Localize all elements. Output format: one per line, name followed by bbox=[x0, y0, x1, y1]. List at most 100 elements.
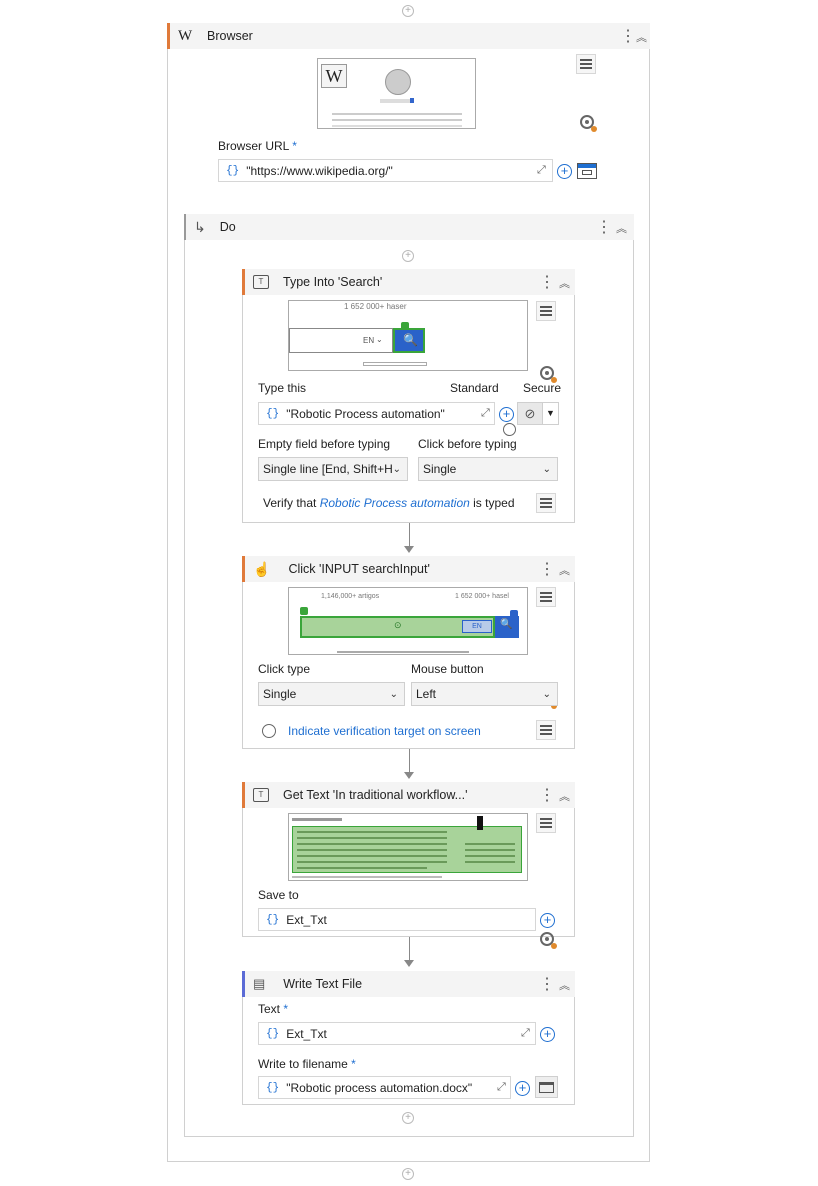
type-into-title: Type Into 'Search' bbox=[283, 275, 383, 289]
expand-icon[interactable]: ⤢ bbox=[497, 1081, 506, 1094]
text-field[interactable]: {} Ext_Txt ⤢ bbox=[258, 1022, 536, 1045]
filename-field[interactable]: {} "Robotic process automation.docx" ⤢ bbox=[258, 1076, 511, 1099]
add-variable-icon[interactable]: + bbox=[515, 1081, 530, 1096]
click-type-label: Click type bbox=[258, 662, 311, 676]
add-variable-icon[interactable]: + bbox=[540, 1027, 555, 1042]
more-options-icon[interactable]: ⋮ bbox=[539, 785, 555, 805]
more-options-icon[interactable]: ⋮ bbox=[539, 974, 555, 994]
save-to-label: Save to bbox=[258, 888, 299, 902]
mouse-button-select[interactable]: Left ⌄ bbox=[411, 682, 558, 706]
sequence-arrow-icon: ↳ bbox=[194, 218, 206, 235]
flow-connector bbox=[409, 523, 410, 547]
verify-text: Verify that Robotic Process automation i… bbox=[263, 496, 515, 510]
collapse-icon[interactable]: ︽ bbox=[616, 220, 627, 236]
collapse-icon[interactable]: ︽ bbox=[559, 562, 570, 578]
add-activity-icon[interactable]: + bbox=[402, 1112, 414, 1124]
add-variable-icon[interactable]: + bbox=[557, 164, 572, 179]
collapse-icon[interactable]: ︽ bbox=[559, 788, 570, 804]
hamburger-menu-icon[interactable] bbox=[536, 720, 556, 740]
browser-url-field[interactable]: {} "https://www.wikipedia.org/" ⤢ bbox=[218, 159, 553, 182]
filename-label: Write to filename * bbox=[258, 1057, 356, 1071]
click-screenshot-thumbnail: 1,146,000+ artigos 1 652 000+ hasel ⊙ EN… bbox=[288, 587, 528, 655]
add-activity-icon[interactable]: + bbox=[402, 5, 414, 17]
dropdown-arrow-icon[interactable]: ▼ bbox=[542, 403, 558, 424]
click-title: Click 'INPUT searchInput' bbox=[288, 562, 430, 576]
hamburger-menu-icon[interactable] bbox=[536, 587, 556, 607]
browser-title: Browser bbox=[207, 29, 253, 43]
indicate-verification-link[interactable]: Indicate verification target on screen bbox=[288, 724, 481, 738]
more-options-icon[interactable]: ⋮ bbox=[596, 217, 612, 237]
target-icon[interactable] bbox=[540, 932, 557, 949]
type-into-icon: T bbox=[253, 275, 269, 289]
flow-connector bbox=[409, 749, 410, 773]
save-to-field[interactable]: {} Ext_Txt bbox=[258, 908, 536, 931]
hamburger-menu-icon[interactable] bbox=[536, 493, 556, 513]
click-type-select[interactable]: Single ⌄ bbox=[258, 682, 405, 706]
chevron-down-icon: ⌄ bbox=[542, 688, 551, 700]
flow-arrow-icon bbox=[404, 772, 414, 779]
browser-window-icon[interactable] bbox=[577, 163, 597, 179]
expand-icon[interactable]: ⤢ bbox=[537, 164, 546, 177]
click-before-select[interactable]: Single ⌄ bbox=[418, 457, 558, 481]
expression-icon: {} bbox=[226, 164, 240, 177]
save-to-value: Ext_Txt bbox=[286, 912, 327, 927]
type-this-value: "Robotic Process automation" bbox=[286, 406, 445, 421]
wikipedia-logo-icon: W bbox=[321, 64, 347, 88]
wikipedia-logo-icon: W bbox=[178, 27, 193, 44]
empty-field-label: Empty field before typing bbox=[258, 437, 391, 451]
target-icon[interactable] bbox=[580, 115, 597, 132]
do-header: ↳ Do ⋮ ︽ bbox=[184, 214, 634, 240]
more-options-icon[interactable]: ⋮ bbox=[539, 559, 555, 579]
chevron-down-icon: ⌄ bbox=[542, 463, 551, 475]
verification-target-icon[interactable] bbox=[262, 724, 276, 738]
search-box-preview bbox=[380, 99, 414, 103]
type-this-field[interactable]: {} "Robotic Process automation" ⤢ bbox=[258, 402, 495, 425]
expand-icon[interactable]: ⤢ bbox=[481, 407, 490, 420]
click-header: ☝ Click 'INPUT searchInput' ⋮ ︽ bbox=[242, 556, 575, 582]
hamburger-menu-icon[interactable] bbox=[576, 54, 596, 74]
collapse-icon[interactable]: ︽ bbox=[559, 275, 570, 291]
secure-radio[interactable] bbox=[503, 423, 516, 436]
type-into-header: T Type Into 'Search' ⋮ ︽ bbox=[242, 269, 575, 295]
more-options-icon[interactable]: ⋮ bbox=[620, 26, 636, 46]
click-before-label: Click before typing bbox=[418, 437, 517, 451]
text-label: Text * bbox=[258, 1002, 289, 1016]
collapse-icon[interactable]: ︽ bbox=[636, 29, 647, 45]
folder-browse-icon[interactable] bbox=[535, 1076, 558, 1098]
hide-text-toggle[interactable]: ⊘ ▼ bbox=[517, 402, 559, 425]
expression-icon: {} bbox=[266, 1081, 280, 1094]
flow-arrow-icon bbox=[404, 960, 414, 967]
hamburger-menu-icon[interactable] bbox=[536, 301, 556, 321]
hamburger-menu-icon[interactable] bbox=[536, 813, 556, 833]
add-variable-icon[interactable]: + bbox=[540, 913, 555, 928]
search-input-highlight: ⊙ EN bbox=[300, 616, 495, 638]
target-icon[interactable] bbox=[540, 366, 557, 383]
write-text-file-title: Write Text File bbox=[283, 977, 363, 991]
browser-url-value: "https://www.wikipedia.org/" bbox=[246, 163, 393, 178]
chevron-down-icon: ⌄ bbox=[392, 463, 401, 475]
write-text-file-header: ▤ Write Text File ⋮ ︽ bbox=[242, 971, 575, 997]
browser-header: W Browser ⋮ ︽ bbox=[167, 23, 650, 49]
browser-screenshot-thumbnail: W bbox=[317, 58, 476, 129]
preview-count-text: 1 652 000+ haser bbox=[344, 302, 407, 311]
eye-hidden-icon: ⊘ bbox=[524, 405, 536, 421]
empty-field-select[interactable]: Single line [End, Shift+H ⌄ bbox=[258, 457, 408, 481]
get-text-title: Get Text 'In traditional workflow...' bbox=[283, 788, 468, 802]
secure-label: Secure bbox=[523, 381, 562, 395]
standard-label: Standard bbox=[450, 381, 499, 395]
more-options-icon[interactable]: ⋮ bbox=[539, 272, 555, 292]
get-text-icon: T bbox=[253, 788, 269, 802]
text-value: Ext_Txt bbox=[286, 1026, 327, 1041]
expand-icon[interactable]: ⤢ bbox=[521, 1027, 530, 1040]
add-activity-icon[interactable]: + bbox=[402, 250, 414, 262]
type-this-label: Type this bbox=[258, 381, 307, 395]
verify-value-link[interactable]: Robotic Process automation bbox=[320, 496, 470, 510]
flow-arrow-icon bbox=[404, 546, 414, 553]
document-icon: ▤ bbox=[253, 976, 266, 991]
collapse-icon[interactable]: ︽ bbox=[559, 977, 570, 993]
add-activity-icon[interactable]: + bbox=[402, 1168, 414, 1180]
expression-icon: {} bbox=[266, 407, 280, 420]
expression-icon: {} bbox=[266, 913, 280, 926]
add-variable-icon[interactable]: + bbox=[499, 407, 514, 422]
click-icon: ☝ bbox=[253, 560, 271, 577]
